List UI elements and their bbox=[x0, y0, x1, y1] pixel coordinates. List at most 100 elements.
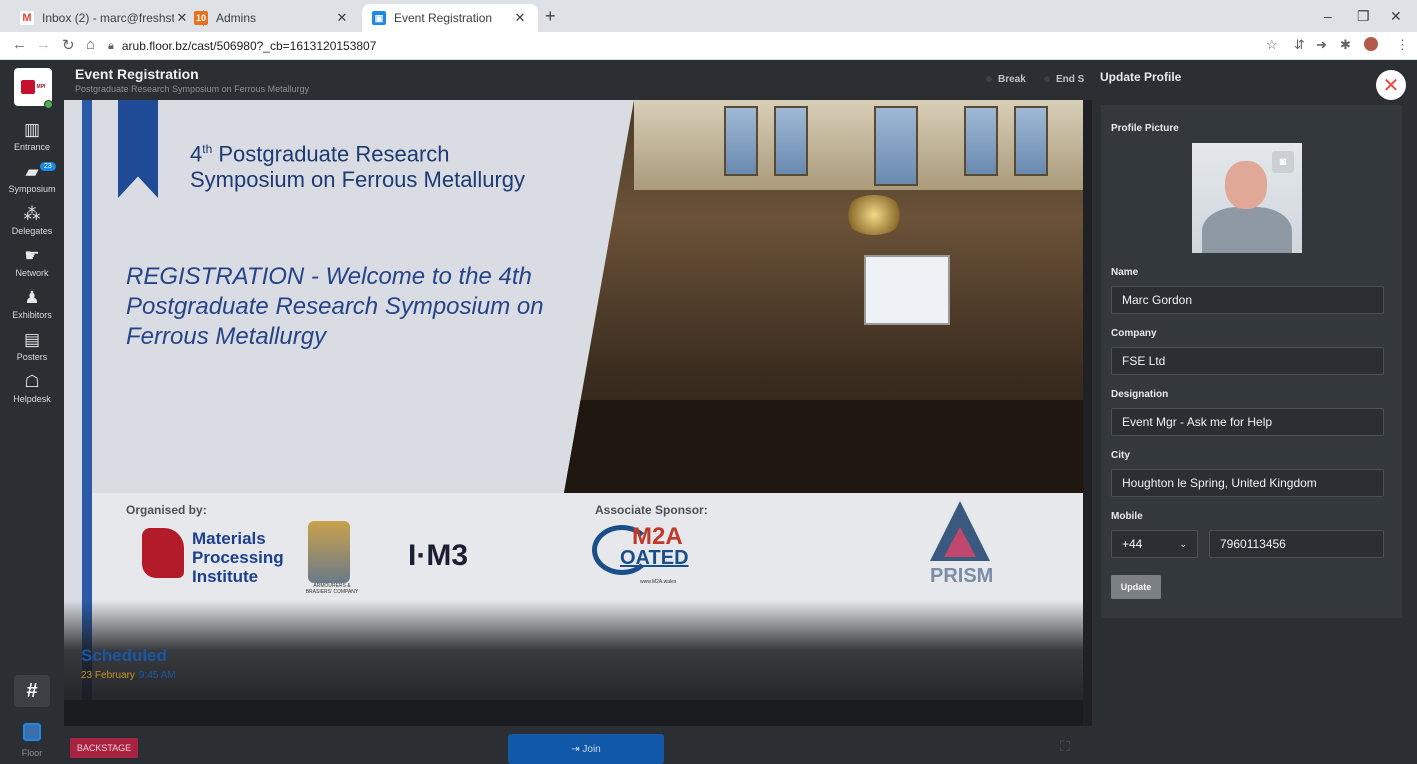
url-input[interactable]: 🔒︎ arub.floor.bz/cast/506980?_cb=1613120… bbox=[108, 35, 1253, 57]
floor-icon: ▣ bbox=[372, 11, 386, 25]
stained-window bbox=[964, 106, 998, 176]
restore-icon[interactable]: ❐ bbox=[1357, 8, 1370, 25]
stage-header: Event Registration Postgraduate Research… bbox=[64, 60, 1092, 100]
stage-area: 4th Postgraduate Research Symposium on F… bbox=[64, 100, 1083, 726]
slide-heading: 4th Postgraduate Research Symposium on F… bbox=[190, 136, 525, 193]
city-label: City bbox=[1111, 450, 1130, 461]
country-code-select[interactable]: +44 ⌄ bbox=[1111, 530, 1198, 558]
chat-channel-button[interactable]: # bbox=[14, 675, 50, 707]
lion-logo-icon bbox=[142, 528, 184, 578]
map-icon: ▥ bbox=[23, 120, 41, 139]
people-icon: ⁂ bbox=[23, 204, 41, 223]
city-field[interactable]: Houghton le Spring, United Kingdom bbox=[1111, 469, 1384, 497]
floor-icon bbox=[23, 723, 41, 741]
window-close-icon[interactable]: ✕ bbox=[1390, 8, 1402, 25]
stage-controls: BACKSTAGE ⇥ Join ⛶ bbox=[64, 726, 1092, 764]
tab-event-registration[interactable]: ▣ Event Registration ✕ bbox=[362, 4, 538, 32]
profile-form: Profile Picture ◙ Name Marc Gordon Compa… bbox=[1101, 105, 1402, 618]
avatar-head bbox=[1225, 161, 1267, 209]
minimize-icon[interactable]: – bbox=[1324, 8, 1332, 24]
new-tab-icon[interactable]: + bbox=[545, 6, 556, 27]
panel-title: Update Profile bbox=[1100, 70, 1182, 84]
mobile-label: Mobile bbox=[1111, 511, 1143, 522]
company-label: Company bbox=[1111, 328, 1157, 339]
microphone-icon: ♟ bbox=[24, 288, 40, 307]
tab-gmail[interactable]: M Inbox (2) - marc@freshstartevent ✕ bbox=[10, 4, 200, 32]
projector-screen bbox=[864, 255, 950, 325]
schedule-status: Scheduled bbox=[81, 646, 167, 665]
menu-dots-icon[interactable]: ⋮ bbox=[1396, 37, 1409, 53]
name-label: Name bbox=[1111, 267, 1139, 278]
sidebar-item-helpdesk[interactable]: ☖ Helpdesk bbox=[0, 372, 64, 404]
sidebar-item-posters[interactable]: ▤ Posters bbox=[0, 330, 64, 362]
close-icon[interactable]: ✕ bbox=[512, 10, 528, 26]
sidebar-item-exhibitors[interactable]: ♟ Exhibitors bbox=[0, 288, 64, 320]
online-status-dot bbox=[44, 100, 53, 109]
stained-window bbox=[724, 106, 758, 176]
sidebar-item-entrance[interactable]: ▥ Entrance bbox=[0, 120, 64, 152]
end-label: End S bbox=[1056, 74, 1085, 85]
url-text: arub.floor.bz/cast/506980?_cb=1613120153… bbox=[121, 39, 377, 53]
close-icon: ✕ bbox=[1382, 74, 1400, 97]
schedule-date: 23 February 9:45 AM bbox=[81, 670, 176, 681]
forward-icon[interactable]: → bbox=[36, 36, 51, 53]
break-button[interactable]: Break bbox=[986, 74, 1026, 85]
sidebar-item-label: Helpdesk bbox=[13, 394, 51, 404]
backstage-button[interactable]: BACKSTAGE bbox=[70, 738, 138, 758]
designation-field[interactable]: Event Mgr - Ask me for Help bbox=[1111, 408, 1384, 436]
floor-button[interactable]: Floor bbox=[0, 723, 64, 758]
break-label: Break bbox=[998, 74, 1026, 85]
slide-heading-sup: th bbox=[202, 142, 213, 156]
m2a-logo-bottom: OATED bbox=[620, 547, 689, 569]
address-bar-row: ← → ↻ ⌂ 🔒︎ arub.floor.bz/cast/506980?_cb… bbox=[0, 32, 1417, 60]
close-panel-button[interactable]: ✕ bbox=[1376, 70, 1406, 100]
update-button[interactable]: Update bbox=[1111, 575, 1161, 599]
tab-label: Event Registration bbox=[394, 11, 493, 25]
m2a-url: www.M2A.wales bbox=[640, 579, 677, 585]
prism-logo-text: PRISM bbox=[930, 565, 994, 587]
schedule-time: 9:45 AM bbox=[138, 670, 176, 681]
slide-heading-number: 4 bbox=[190, 141, 203, 167]
close-icon[interactable]: ✕ bbox=[334, 10, 350, 26]
browser-tab-bar: M Inbox (2) - marc@freshstartevent ✕ 10 … bbox=[0, 0, 1417, 32]
company-field[interactable]: FSE Ltd bbox=[1111, 347, 1384, 375]
lion-logo-icon bbox=[20, 80, 35, 94]
sidebar-item-symposium[interactable]: ▰ 23 Symposium bbox=[0, 162, 64, 194]
slide-welcome-text: REGISTRATION - Welcome to the 4th Postgr… bbox=[126, 263, 544, 350]
im3-logo: I·M3 bbox=[408, 539, 468, 572]
fullscreen-icon[interactable]: ⛶ bbox=[1060, 738, 1070, 755]
avatar-body bbox=[1202, 207, 1292, 253]
associate-sponsor-label: Associate Sponsor: bbox=[595, 503, 708, 517]
armourers-logo-text: ARMOURERS & BRASIERS' COMPANY bbox=[305, 583, 359, 595]
handshake-icon: ☛ bbox=[24, 246, 40, 265]
mpi-logo-text: Materials Processing Institute bbox=[192, 529, 284, 586]
profile-picture[interactable]: ◙ bbox=[1192, 143, 1302, 253]
end-session-button[interactable]: End S bbox=[1044, 74, 1084, 85]
gmail-icon: M bbox=[20, 11, 34, 25]
chevron-down-icon: ⌄ bbox=[1179, 538, 1187, 549]
home-icon[interactable]: ⌂ bbox=[86, 36, 95, 53]
reload-icon[interactable]: ↻ bbox=[62, 36, 75, 54]
share-arrow-icon[interactable]: ➜ bbox=[1316, 37, 1327, 53]
mobile-field[interactable]: 7960113456 bbox=[1209, 530, 1384, 558]
stained-window bbox=[874, 106, 918, 186]
sidebar-item-delegates[interactable]: ⁂ Delegates bbox=[0, 204, 64, 236]
back-icon[interactable]: ← bbox=[12, 36, 27, 53]
join-button[interactable]: ⇥ Join bbox=[508, 734, 664, 764]
puzzle-icon[interactable]: ✱ bbox=[1340, 37, 1351, 53]
bookmark-star-icon[interactable]: ☆ bbox=[1266, 37, 1278, 53]
logo-text: MPI bbox=[36, 83, 46, 90]
slide-heading-line2: Symposium on Ferrous Metallurgy bbox=[190, 167, 526, 193]
sidebar-item-label: Symposium bbox=[8, 184, 56, 194]
profile-avatar-icon[interactable] bbox=[1364, 37, 1378, 51]
toggle-dot bbox=[986, 76, 992, 82]
camera-icon[interactable]: ◙ bbox=[1272, 151, 1294, 173]
country-code-value: +44 bbox=[1122, 537, 1143, 551]
name-field[interactable]: Marc Gordon bbox=[1111, 286, 1384, 314]
designation-label: Designation bbox=[1111, 389, 1169, 400]
extension-icon[interactable]: ⇵ bbox=[1294, 37, 1305, 53]
sidebar-item-network[interactable]: ☛ Network bbox=[0, 246, 64, 278]
stage-fade-overlay bbox=[64, 600, 1083, 726]
profile-picture-label: Profile Picture bbox=[1111, 123, 1179, 134]
tab-admins[interactable]: 10 Admins ✕ bbox=[186, 4, 360, 32]
